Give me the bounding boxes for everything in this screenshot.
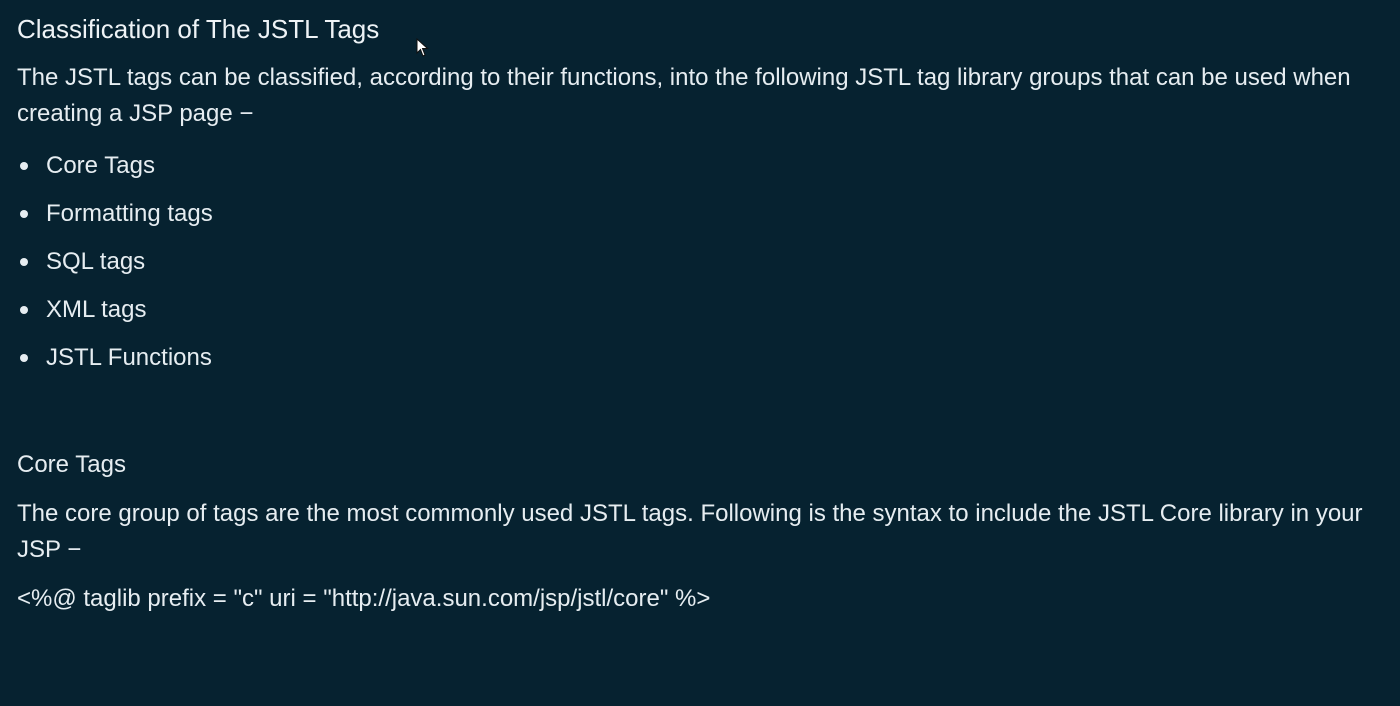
- intro-paragraph: The JSTL tags can be classified, accordi…: [17, 64, 1351, 127]
- list-item-label: SQL tags: [46, 248, 146, 275]
- list-item: JSTL Functions: [17, 334, 1387, 382]
- bullet-dot-icon: [20, 354, 28, 362]
- section-description: The core group of tags are the most comm…: [17, 500, 1363, 563]
- list-item: Formatting tags: [17, 190, 1387, 238]
- list-item-label: Core Tags: [46, 152, 155, 179]
- article-content: Classification of The JSTL Tags The JSTL…: [17, 12, 1387, 616]
- bullet-dot-icon: [20, 306, 28, 314]
- bullet-dot-icon: [20, 162, 28, 170]
- taglib-syntax: <%@ taglib prefix = "c" uri = "http://ja…: [17, 585, 711, 612]
- list-item: Core Tags: [17, 142, 1387, 190]
- section-heading: Core Tags: [17, 451, 126, 478]
- bullet-dot-icon: [20, 258, 28, 266]
- list-item-label: JSTL Functions: [46, 344, 212, 371]
- bullet-dot-icon: [20, 210, 28, 218]
- list-item-label: Formatting tags: [46, 200, 213, 227]
- list-item-label: XML tags: [46, 296, 147, 323]
- list-item: XML tags: [17, 286, 1387, 334]
- list-item: SQL tags: [17, 238, 1387, 286]
- page-title: Classification of The JSTL Tags: [17, 14, 380, 44]
- mouse-pointer-icon: [416, 38, 429, 57]
- tag-group-list: Core Tags Formatting tags SQL tags XML t…: [17, 142, 1387, 382]
